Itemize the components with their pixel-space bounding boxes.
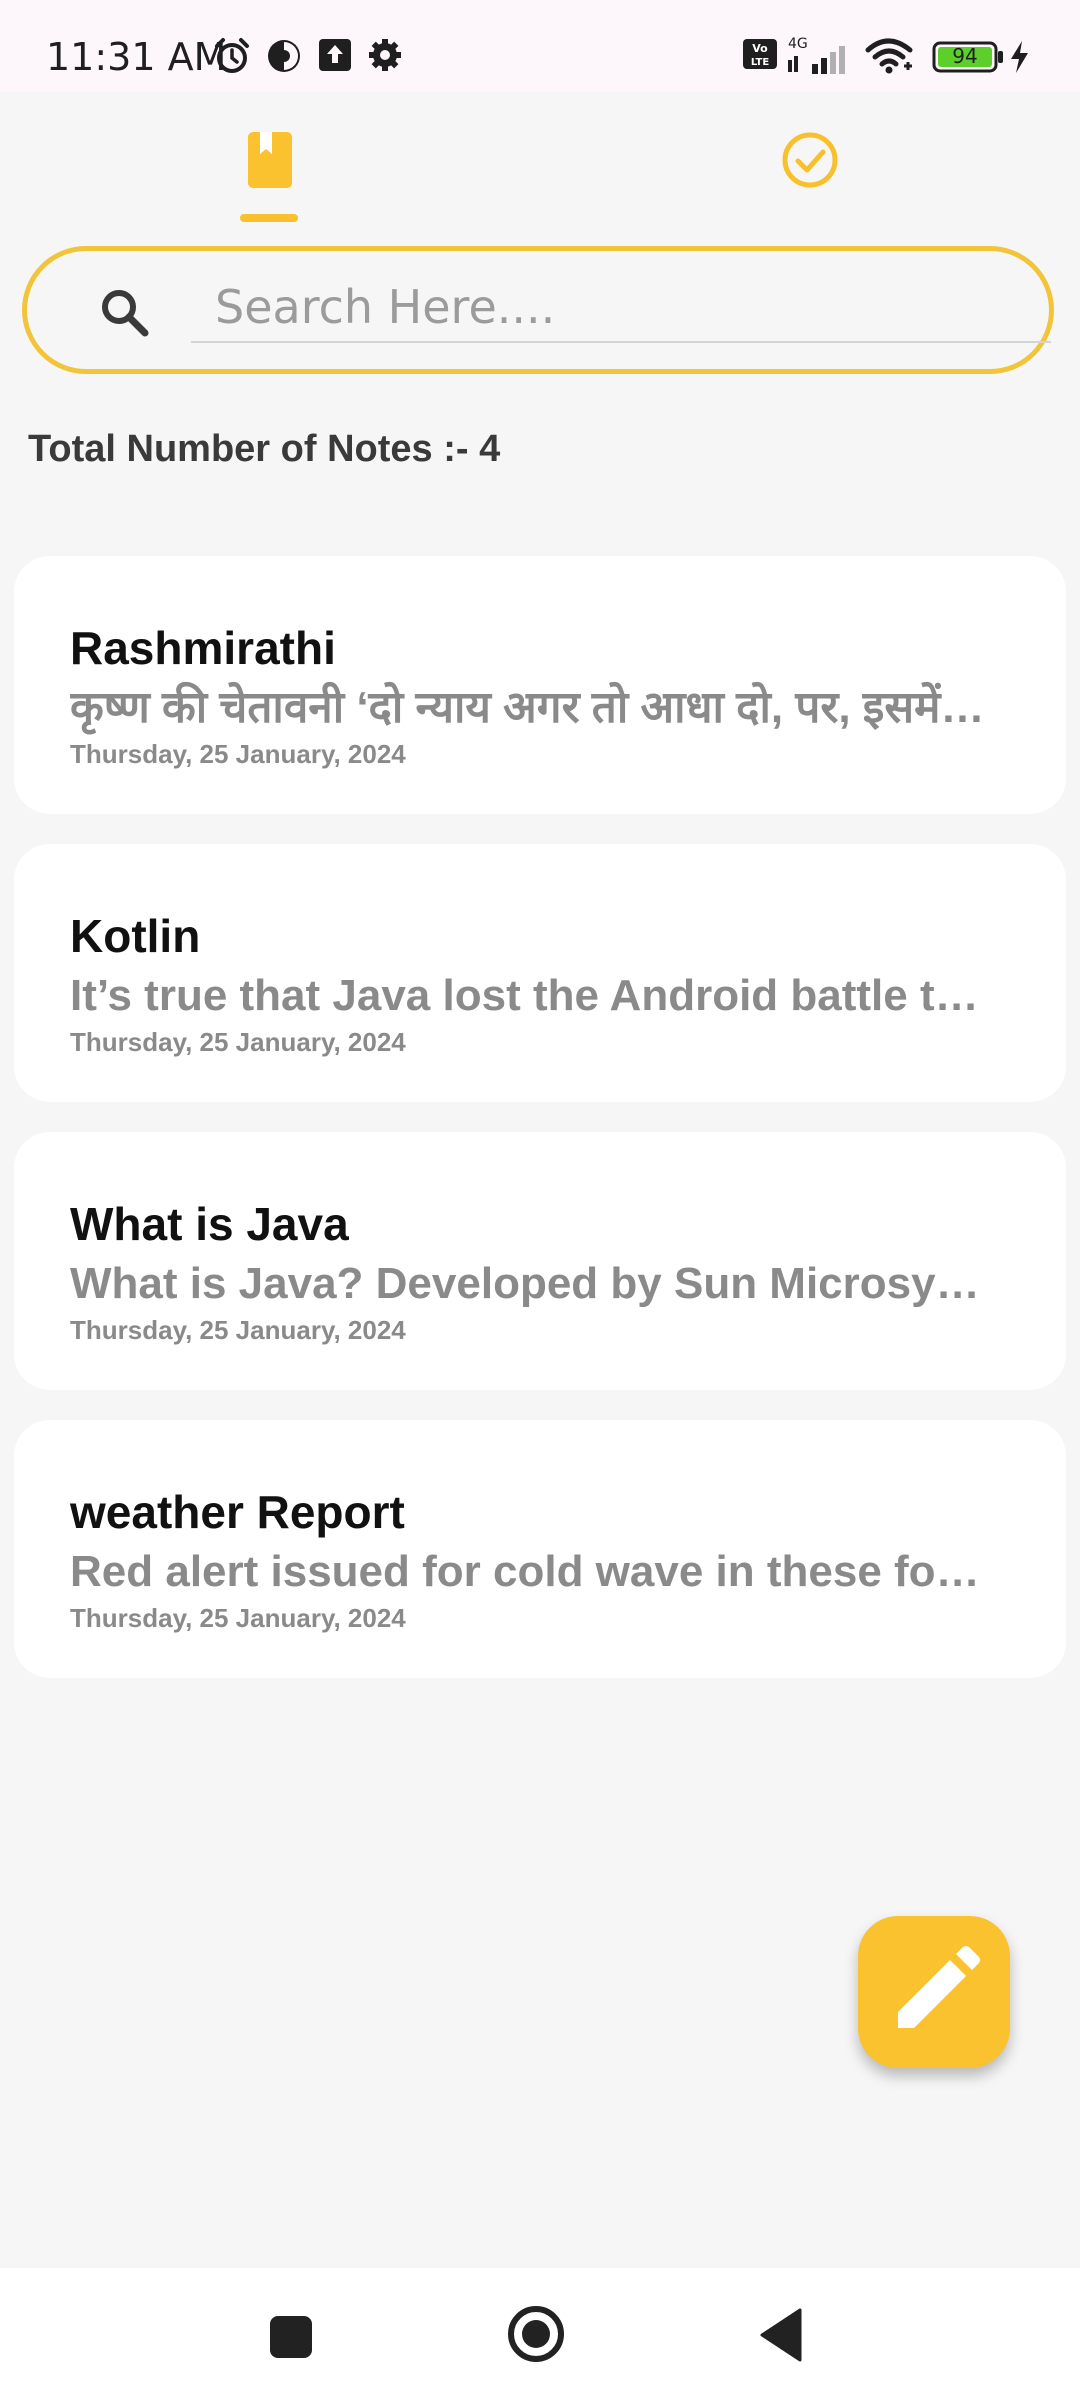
search-input[interactable] bbox=[191, 273, 1051, 343]
note-date: Thursday, 25 January, 2024 bbox=[70, 739, 406, 769]
note-card[interactable]: weather Report Red alert issued for cold… bbox=[14, 1420, 1066, 1678]
network-type-label: 4G bbox=[788, 36, 808, 52]
search-bar[interactable] bbox=[22, 246, 1054, 374]
tab-selected-indicator bbox=[240, 214, 298, 222]
note-title: Rashmirathi bbox=[70, 622, 336, 674]
note-card[interactable]: Rashmirathi कृष्ण की चेतावनी ‘दो न्याय अ… bbox=[14, 556, 1066, 814]
svg-text:LTE: LTE bbox=[751, 57, 770, 68]
note-date: Thursday, 25 January, 2024 bbox=[70, 1315, 406, 1345]
wifi-icon bbox=[864, 36, 918, 81]
svg-text:Vo: Vo bbox=[752, 42, 768, 55]
note-preview: It’s true that Java lost the Android bat… bbox=[70, 971, 990, 1020]
note-title: What is Java bbox=[70, 1198, 349, 1250]
note-title: weather Report bbox=[70, 1486, 405, 1538]
note-date: Thursday, 25 January, 2024 bbox=[70, 1027, 406, 1057]
battery-level: 94 bbox=[952, 44, 978, 68]
note-preview: कृष्ण की चेतावनी ‘दो न्याय अगर तो आधा दो… bbox=[70, 683, 990, 732]
search-icon bbox=[99, 287, 151, 344]
note-preview: What is Java? Developed by Sun Microsyst… bbox=[70, 1259, 990, 1308]
back-icon[interactable] bbox=[758, 2308, 804, 2367]
note-title: Kotlin bbox=[70, 910, 201, 962]
add-note-button[interactable] bbox=[858, 1916, 1010, 2068]
bookmark-icon bbox=[246, 130, 294, 195]
volte-icon: Vo LTE bbox=[742, 36, 778, 77]
recents-icon[interactable] bbox=[268, 2314, 314, 2365]
tab-notes[interactable] bbox=[0, 110, 540, 230]
charging-icon bbox=[1008, 40, 1030, 79]
status-time: 11:31 AM bbox=[46, 35, 227, 79]
upload-icon bbox=[316, 36, 354, 79]
pencil-icon bbox=[898, 1946, 980, 2028]
settings-icon bbox=[366, 36, 404, 79]
signal-4g-icon: 4G bbox=[786, 34, 856, 81]
system-nav-bar bbox=[0, 2268, 1080, 2400]
home-icon[interactable] bbox=[506, 2304, 566, 2369]
status-bar: 11:31 AM Vo LTE 4G 94 bbox=[0, 0, 1080, 92]
notes-count: Total Number of Notes :- 4 bbox=[28, 428, 501, 470]
data-saver-icon bbox=[264, 36, 304, 81]
check-circle-icon bbox=[780, 130, 840, 195]
note-card[interactable]: Kotlin It’s true that Java lost the Andr… bbox=[14, 844, 1066, 1102]
note-date: Thursday, 25 January, 2024 bbox=[70, 1603, 406, 1633]
battery-icon: 94 bbox=[932, 40, 1004, 79]
note-card[interactable]: What is Java What is Java? Developed by … bbox=[14, 1132, 1066, 1390]
alarm-icon bbox=[212, 36, 252, 81]
tab-tasks[interactable] bbox=[540, 110, 1080, 230]
note-preview: Red alert issued for cold wave in these … bbox=[70, 1547, 990, 1596]
